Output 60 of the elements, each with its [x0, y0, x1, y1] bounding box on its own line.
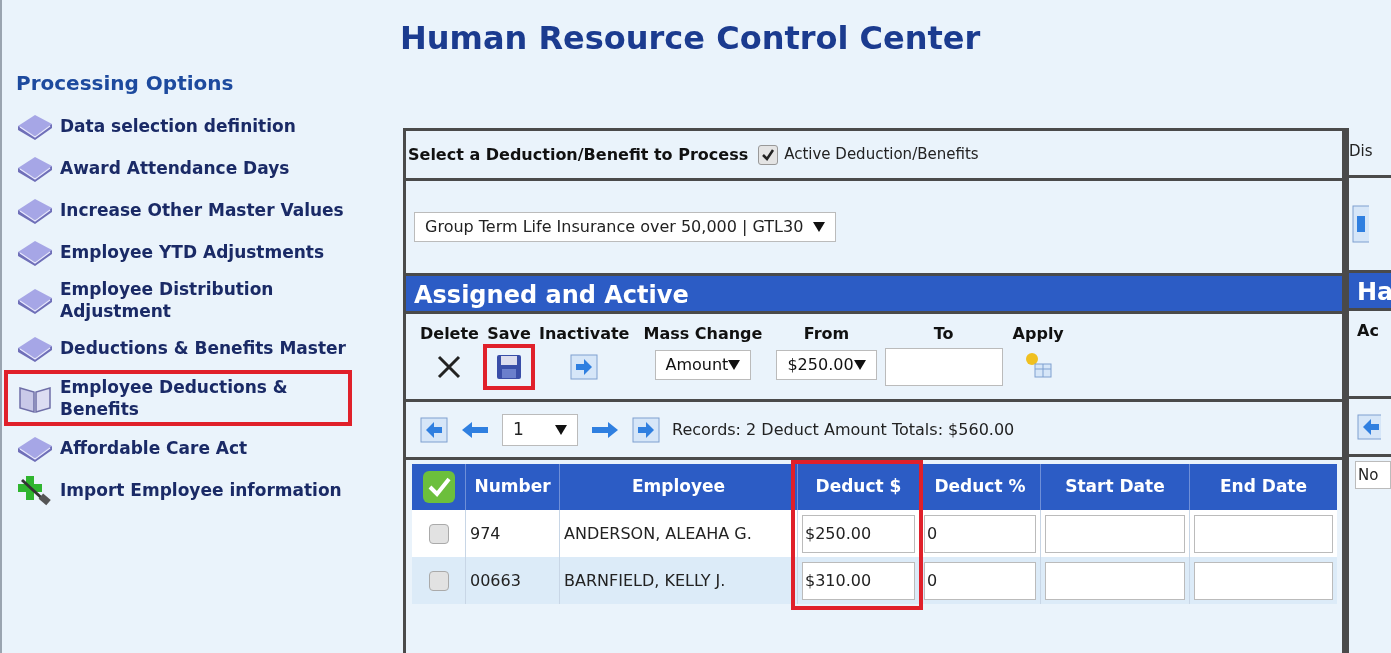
table-input[interactable] [1045, 514, 1185, 553]
deduction-dropdown[interactable]: Group Term Life Insurance over 50,000 | GTL30 [414, 212, 837, 242]
sidebar-item[interactable]: Employee Deductions & Benefits [8, 374, 348, 423]
mass-change-dropdown[interactable]: Amount [654, 350, 752, 380]
section-header: Assigned and Active [406, 276, 1342, 314]
table-input[interactable] [1194, 561, 1333, 600]
checkbox[interactable] [758, 144, 779, 165]
next-page-button[interactable] [590, 419, 620, 440]
add-table-icon [1023, 350, 1054, 380]
arrow-icon[interactable] [1357, 413, 1381, 440]
sidebar-item[interactable]: Import Employee information [16, 474, 356, 507]
caret-icon [728, 360, 741, 370]
panel-label: Dis [1349, 128, 1391, 178]
sidebar-item[interactable]: Increase Other Master Values [16, 194, 356, 226]
to-field[interactable] [884, 348, 1003, 386]
sidebar-item[interactable]: Affordable Care Act [16, 432, 356, 465]
action-label: Delete [420, 323, 479, 345]
sidebar-item[interactable]: Employee Distribution Adjustment [16, 278, 356, 323]
caret-icon [813, 222, 826, 232]
section-header: Ha [1349, 273, 1391, 311]
caret-icon [555, 424, 567, 435]
table-cell-text: ANDERSON, ALEAHA G. [564, 522, 752, 545]
section-label: Select a Deduction/Benefit to Process [408, 143, 749, 166]
sidebar-item[interactable]: Employee YTD Adjustments [16, 236, 356, 268]
table-cell-text: BARNFIELD, KELLY J. [564, 569, 726, 592]
field-label: Apply [1012, 323, 1064, 345]
sidebar-heading: Processing Options [16, 70, 235, 97]
table-input[interactable]: 0 [924, 514, 1036, 553]
table-input[interactable]: 0 [924, 561, 1036, 600]
field-label: From [803, 323, 850, 345]
caret-icon [853, 360, 866, 370]
table-input[interactable] [1045, 561, 1185, 600]
table-input[interactable]: $310.00 [802, 561, 915, 600]
arrow-icon[interactable] [1349, 204, 1369, 244]
close-icon [436, 354, 463, 380]
table-input[interactable] [1194, 514, 1333, 553]
field-label: Mass Change [643, 323, 763, 345]
first-page-button[interactable] [420, 415, 448, 444]
panel-field[interactable]: No [1355, 461, 1391, 489]
checkbox-label: Active Deduction/Benefits [784, 144, 979, 166]
previous-page-button[interactable] [460, 419, 490, 440]
page-dropdown[interactable]: 1 [502, 413, 578, 446]
from-dropdown[interactable]: $250.00 [776, 350, 877, 380]
row-checkbox[interactable] [428, 523, 449, 544]
records-summary: Records: 2 Deduct Amount Totals: $560.00 [672, 418, 1015, 441]
sidebar-item[interactable]: Award Attendance Days [16, 152, 356, 184]
action-label: Save [487, 323, 531, 345]
select-all-icon[interactable] [421, 470, 456, 504]
sidebar-item[interactable]: Data selection definition [16, 110, 356, 142]
action-label: Ac [1357, 321, 1379, 340]
sidebar-item[interactable]: Deductions & Benefits Master [16, 332, 356, 365]
action-label: Inactivate [538, 323, 630, 345]
row-checkbox[interactable] [428, 570, 449, 591]
field-label: To [933, 323, 954, 345]
save-icon [494, 353, 523, 381]
page-title: Human Resource Control Center [400, 18, 981, 59]
table-cell-text: 974 [470, 522, 501, 545]
table-cell-text: 00663 [470, 569, 521, 592]
table-input[interactable]: $250.00 [802, 514, 915, 553]
last-page-button[interactable] [632, 415, 660, 444]
